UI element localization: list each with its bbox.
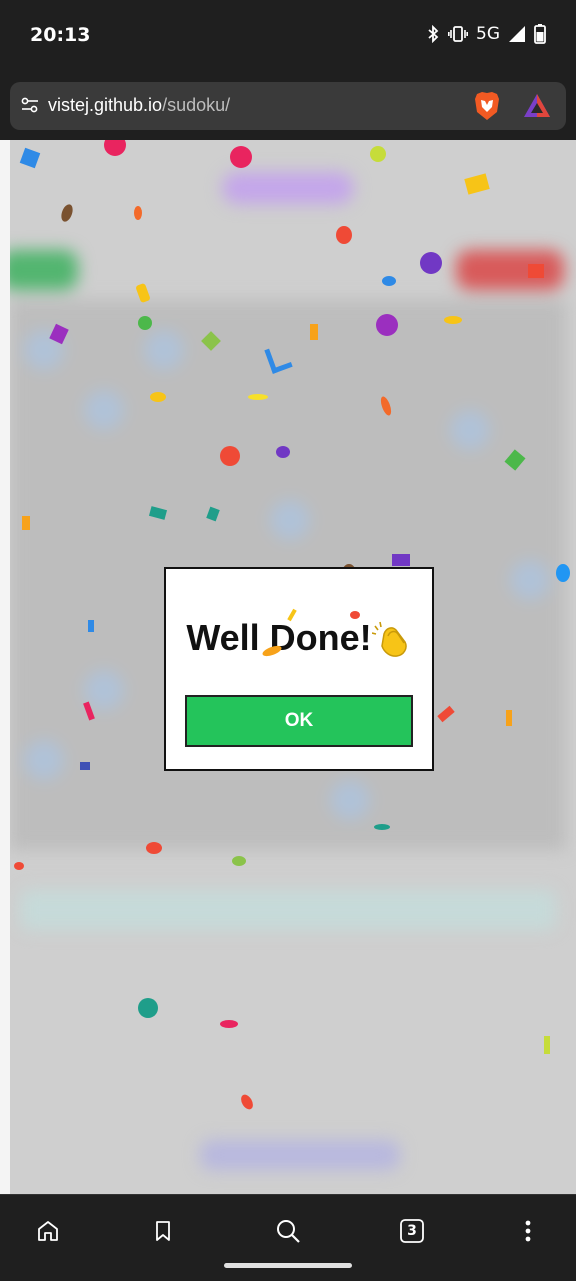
page-content: Well Done! OK [0, 140, 576, 1194]
confetti-piece [374, 824, 390, 830]
confetti-piece [556, 564, 570, 582]
clapping-hands-icon [371, 622, 407, 658]
confetti-piece [276, 446, 290, 458]
blurred-cell [144, 330, 184, 370]
blurred-cell [450, 410, 490, 450]
ok-button[interactable]: OK [185, 695, 413, 747]
blurred-numpad [20, 890, 556, 930]
confetti-piece [138, 998, 158, 1018]
confetti-piece [22, 516, 30, 530]
confetti-piece [134, 206, 142, 220]
confetti-piece [14, 862, 24, 870]
blurred-footer [200, 1140, 400, 1170]
blurred-red-button [456, 250, 564, 290]
confetti-piece [80, 762, 90, 770]
home-icon [38, 1221, 58, 1241]
tabs-count: 3 [407, 1223, 417, 1239]
status-bar: 20:13 5G [0, 0, 576, 72]
home-button[interactable] [28, 1211, 68, 1251]
confetti-piece [230, 146, 252, 168]
confetti-piece [232, 856, 246, 866]
network-type: 5G [476, 24, 500, 44]
confetti-piece [444, 316, 462, 324]
search-button[interactable] [268, 1211, 308, 1251]
tune-icon[interactable] [20, 95, 40, 115]
confetti-piece [370, 146, 386, 162]
more-menu-button[interactable] [508, 1211, 548, 1251]
confetti-piece [248, 394, 268, 400]
confetti-piece [528, 264, 544, 278]
vibrate-icon [448, 26, 468, 42]
brave-rewards-icon[interactable] [522, 92, 552, 120]
dialog-title: Well Done! [166, 617, 432, 660]
confetti-piece [220, 1020, 238, 1028]
confetti-piece [336, 226, 352, 244]
bluetooth-icon [428, 25, 439, 43]
status-time: 20:13 [30, 24, 91, 46]
confetti-piece [138, 316, 152, 330]
blurred-cell [330, 780, 370, 820]
status-icons: 5G [426, 24, 546, 44]
confetti-piece [382, 276, 396, 286]
confetti-piece [392, 554, 410, 566]
blurred-cell [84, 390, 124, 430]
url-text[interactable]: vistej.github.io/sudoku/ [48, 95, 230, 116]
url-path: /sudoku/ [162, 95, 231, 115]
confetti-piece [544, 1036, 550, 1054]
blurred-cell [24, 740, 64, 780]
blurred-title [222, 172, 354, 204]
more-icon [525, 1220, 531, 1242]
url-host: vistej.github.io [48, 95, 163, 115]
confetti-piece [146, 842, 162, 854]
confetti-piece [350, 611, 360, 619]
confetti-piece [220, 446, 240, 466]
battery-icon [534, 24, 546, 44]
confetti-piece [150, 392, 166, 402]
confetti-piece [420, 252, 442, 274]
ok-button-label: OK [284, 710, 314, 731]
confetti-piece [376, 314, 398, 336]
bookmark-icon [156, 1221, 170, 1241]
blurred-green-button [0, 250, 78, 290]
signal-icon [509, 26, 525, 42]
confetti-piece [506, 710, 512, 726]
tabs-button[interactable]: 3 [392, 1211, 432, 1251]
blurred-cell [510, 560, 550, 600]
bookmark-button[interactable] [143, 1211, 183, 1251]
search-icon [277, 1220, 300, 1243]
left-edge-strip [0, 140, 10, 1194]
gesture-bar[interactable] [224, 1263, 352, 1268]
confetti-piece [310, 324, 318, 340]
well-done-dialog: Well Done! OK [164, 567, 434, 771]
blurred-cell [270, 500, 310, 540]
brave-shield-icon[interactable] [472, 90, 502, 122]
confetti-piece [88, 620, 94, 632]
url-bar[interactable]: vistej.github.io/sudoku/ [10, 82, 566, 130]
